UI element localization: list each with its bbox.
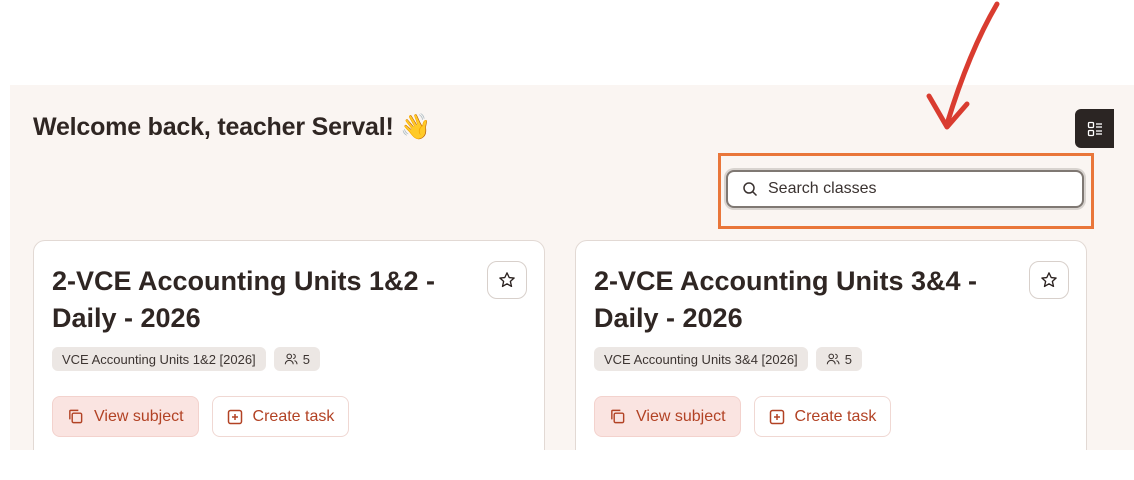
favorite-button[interactable] xyxy=(1029,261,1069,299)
list-layout-icon xyxy=(1087,121,1102,136)
plus-square-icon xyxy=(227,409,242,424)
view-subject-button[interactable]: View subject xyxy=(594,396,741,437)
search-bar[interactable] xyxy=(726,170,1084,208)
subject-tag: VCE Accounting Units 3&4 [2026] xyxy=(594,347,808,371)
create-task-label: Create task xyxy=(794,407,877,425)
view-subject-label: View subject xyxy=(94,407,184,425)
class-card: 2-VCE Accounting Units 3&4 - Daily - 202… xyxy=(575,240,1087,470)
search-icon xyxy=(743,182,758,197)
search-input[interactable] xyxy=(768,180,1048,198)
star-icon xyxy=(499,272,515,288)
view-subject-label: View subject xyxy=(636,407,726,425)
copy-icon xyxy=(69,409,83,424)
users-icon xyxy=(284,353,298,365)
wave-emoji: 👋 xyxy=(400,113,432,141)
class-actions: View subject Create task xyxy=(52,396,350,437)
subject-tag: VCE Accounting Units 1&2 [2026] xyxy=(52,347,266,371)
plus-square-icon xyxy=(769,409,784,424)
star-icon xyxy=(1041,272,1057,288)
favorite-button[interactable] xyxy=(487,261,527,299)
create-task-button[interactable]: Create task xyxy=(211,396,350,437)
view-subject-button[interactable]: View subject xyxy=(52,396,199,437)
student-count: 5 xyxy=(844,351,852,367)
class-tags: VCE Accounting Units 1&2 [2026] 5 xyxy=(52,347,320,371)
welcome-heading: Welcome back, teacher Serval! 👋 xyxy=(33,113,431,142)
crop-edge xyxy=(0,450,1134,480)
copy-icon xyxy=(611,409,625,424)
class-actions: View subject Create task xyxy=(594,396,892,437)
layout-toggle-button[interactable] xyxy=(1075,109,1114,148)
class-tags: VCE Accounting Units 3&4 [2026] 5 xyxy=(594,347,862,371)
student-count: 5 xyxy=(302,351,310,367)
welcome-text: Welcome back, teacher Serval! xyxy=(33,113,394,141)
student-count-badge: 5 xyxy=(273,347,320,371)
class-title[interactable]: 2-VCE Accounting Units 3&4 - Daily - 202… xyxy=(594,263,1014,337)
users-icon xyxy=(826,353,840,365)
subject-tag-label: VCE Accounting Units 3&4 [2026] xyxy=(604,351,798,367)
create-task-label: Create task xyxy=(252,407,335,425)
student-count-badge: 5 xyxy=(815,347,862,371)
class-card: 2-VCE Accounting Units 1&2 - Daily - 202… xyxy=(33,240,545,470)
subject-tag-label: VCE Accounting Units 1&2 [2026] xyxy=(62,351,256,367)
class-title[interactable]: 2-VCE Accounting Units 1&2 - Daily - 202… xyxy=(52,263,472,337)
annotation-arrow-icon xyxy=(926,1,1000,130)
create-task-button[interactable]: Create task xyxy=(753,396,892,437)
